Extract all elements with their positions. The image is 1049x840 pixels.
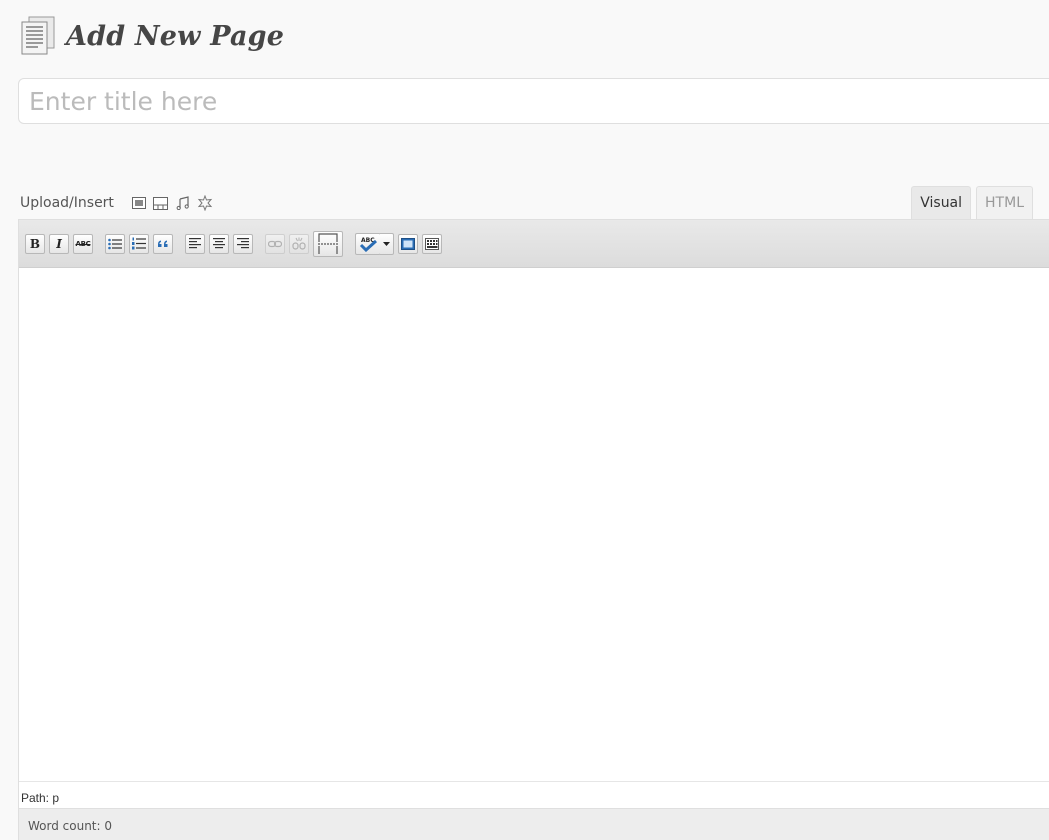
- fullscreen-button[interactable]: [398, 233, 418, 254]
- align-right-icon: [237, 238, 249, 249]
- strikethrough-button[interactable]: ABC: [73, 233, 93, 254]
- unlink-icon: [292, 237, 306, 250]
- page-title: Add New Page: [66, 20, 285, 52]
- italic-icon: I: [56, 236, 62, 251]
- remove-link-button[interactable]: [289, 233, 309, 254]
- add-media-icon[interactable]: [194, 192, 216, 214]
- upload-insert-label: Upload/Insert: [20, 195, 114, 211]
- editor-container: B I ABC ABC Path: p Word count: 0: [18, 219, 1049, 840]
- bold-button[interactable]: B: [25, 233, 45, 254]
- title-field-wrapper: [18, 78, 1049, 124]
- blockquote-icon: [158, 240, 168, 247]
- align-right-button[interactable]: [233, 233, 253, 254]
- page-icon: [20, 16, 56, 56]
- tab-visual[interactable]: Visual: [911, 186, 972, 219]
- title-input[interactable]: [19, 79, 1049, 123]
- numbered-list-icon: [132, 237, 146, 250]
- editor-content-area[interactable]: [19, 268, 1049, 781]
- page-header: Add New Page: [20, 14, 284, 58]
- spellcheck-language-dropdown[interactable]: [380, 232, 394, 255]
- strikethrough-icon: ABC: [75, 239, 91, 248]
- word-count-bar: Word count: 0: [19, 808, 1049, 840]
- bullet-list-icon: [108, 238, 122, 249]
- link-icon: [268, 240, 282, 247]
- add-video-icon[interactable]: [150, 192, 172, 214]
- blockquote-button[interactable]: [153, 233, 173, 254]
- editor-toolbar: B I ABC ABC: [19, 220, 1049, 268]
- editor-tabs: Visual HTML: [906, 186, 1033, 219]
- italic-button[interactable]: I: [49, 233, 69, 254]
- spellcheck-icon: ABC: [359, 237, 378, 252]
- bold-icon: B: [29, 236, 41, 251]
- align-center-button[interactable]: [209, 233, 229, 254]
- align-left-icon: [189, 238, 201, 249]
- kitchen-sink-button[interactable]: [422, 233, 442, 254]
- bullet-list-button[interactable]: [105, 233, 125, 254]
- align-left-button[interactable]: [185, 233, 205, 254]
- more-tag-icon: [318, 232, 338, 254]
- kitchen-sink-icon: [425, 237, 439, 250]
- tab-html[interactable]: HTML: [976, 186, 1033, 219]
- chevron-down-icon: [383, 241, 390, 246]
- path-bar: Path: p: [19, 781, 1049, 809]
- insert-more-tag-button[interactable]: [313, 230, 343, 257]
- word-count: Word count: 0: [28, 819, 113, 833]
- add-audio-icon[interactable]: [172, 192, 194, 214]
- insert-link-button[interactable]: [265, 233, 285, 254]
- align-center-icon: [213, 238, 225, 249]
- fullscreen-icon: [401, 237, 415, 250]
- media-buttons: Upload/Insert: [18, 190, 216, 216]
- add-image-icon[interactable]: [128, 192, 150, 214]
- numbered-list-button[interactable]: [129, 233, 149, 254]
- spellcheck-button[interactable]: ABC: [355, 232, 381, 255]
